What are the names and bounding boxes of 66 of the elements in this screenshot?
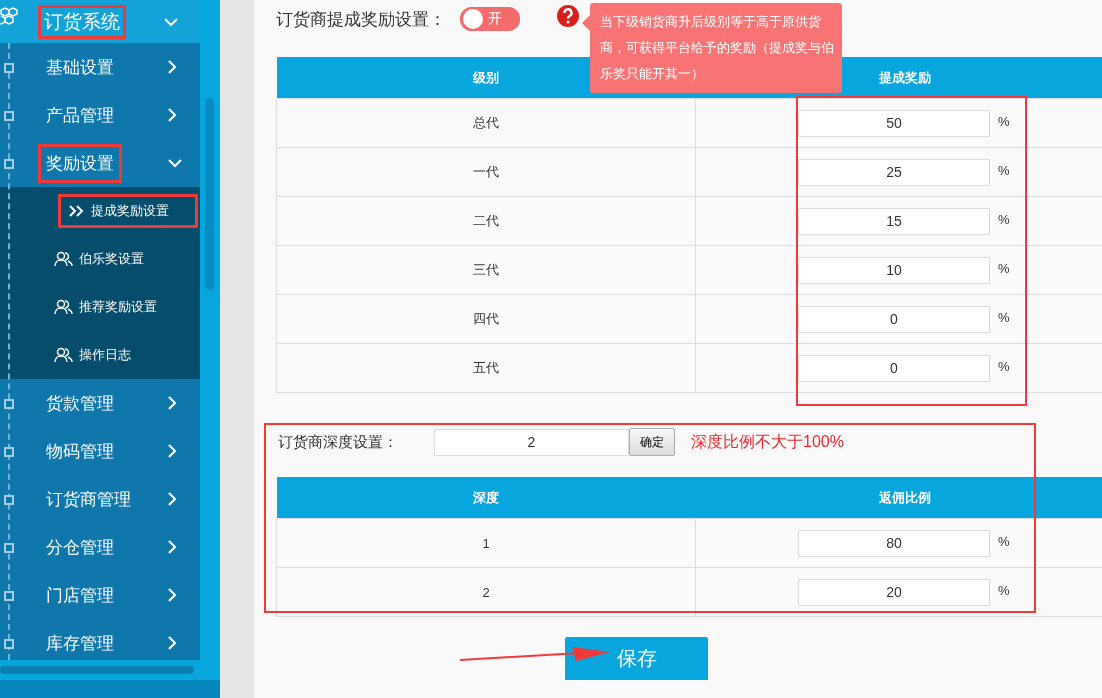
setting-label: 订货商提成奖励设置： (276, 8, 446, 31)
table-cell: 一代 (276, 147, 696, 197)
users-icon (54, 299, 74, 315)
tree-node-icon (4, 591, 14, 601)
menu-item[interactable]: 分仓管理 (40, 529, 120, 565)
submenu-item[interactable]: 提成奖励设置 (60, 196, 196, 226)
tree-node-icon (4, 159, 14, 169)
menu-item[interactable]: 货款管理 (40, 385, 120, 421)
submenu-label: 提成奖励设置 (91, 202, 169, 220)
table-cell: 2 (276, 567, 696, 617)
submenu-item[interactable]: 伯乐奖设置 (54, 250, 144, 268)
submenu-label: 操作日志 (79, 346, 131, 364)
table-cell: 五代 (276, 343, 696, 393)
tree-node-icon (4, 447, 14, 457)
input-field[interactable]: 10 (798, 256, 990, 284)
tree-node-icon (4, 399, 14, 409)
double-chevron-icon (68, 205, 86, 217)
unit-label: % (998, 163, 1010, 179)
input-field[interactable]: 80 (798, 529, 990, 557)
tree-node-icon (4, 111, 14, 121)
table-cell: 二代 (276, 196, 696, 246)
input-field[interactable]: 50 (798, 109, 990, 137)
tree-node-icon (4, 495, 14, 505)
menu-item[interactable]: 奖励设置 (40, 145, 120, 181)
cubes-icon (0, 6, 20, 28)
unit-label: % (998, 534, 1010, 550)
users-icon (54, 347, 74, 363)
menu-item[interactable]: 产品管理 (40, 97, 120, 133)
input-field[interactable]: 15 (798, 207, 990, 235)
unit-label: % (998, 212, 1010, 228)
menu-item[interactable]: 库存管理 (40, 625, 120, 660)
menu-item[interactable]: 物码管理 (40, 433, 120, 469)
input-field[interactable]: 25 (798, 158, 990, 186)
users-icon (54, 251, 74, 267)
scrollbar-thumb[interactable] (205, 98, 214, 290)
warning-text: 深度比例不大于100% (691, 431, 844, 452)
tree-node-icon (4, 543, 14, 553)
input-field[interactable]: 2 (434, 428, 629, 456)
table-cell: 四代 (276, 294, 696, 344)
table-cell: 1 (276, 518, 696, 568)
help-icon[interactable] (556, 4, 580, 28)
menu-item[interactable]: 基础设置 (40, 49, 120, 85)
table-cell: 总代 (276, 98, 696, 148)
unit-label: % (998, 583, 1010, 599)
submenu-label: 推荐奖励设置 (79, 298, 157, 316)
input-field[interactable]: 20 (798, 578, 990, 606)
tree-node-icon (4, 63, 14, 73)
submenu-label: 伯乐奖设置 (79, 250, 144, 268)
column-header: 返佣比例 (695, 477, 1102, 519)
unit-label: % (998, 261, 1010, 277)
unit-label: % (998, 359, 1010, 375)
menu-group-title: 订货系统 (40, 6, 124, 37)
menu-item[interactable]: 门店管理 (40, 577, 120, 613)
unit-label: % (998, 114, 1010, 130)
submenu-item[interactable]: 推荐奖励设置 (54, 298, 157, 316)
setting-label: 订货商深度设置： (277, 432, 399, 452)
confirm-button[interactable]: 确定 (629, 428, 675, 456)
column-header: 深度 (276, 477, 696, 519)
table-cell: 三代 (276, 245, 696, 295)
tree-node-icon (4, 639, 14, 649)
submenu-item[interactable]: 操作日志 (54, 346, 131, 364)
menu-item[interactable]: 订货商管理 (40, 481, 137, 517)
input-field[interactable]: 0 (798, 305, 990, 333)
unit-label: % (998, 310, 1010, 326)
input-field[interactable]: 0 (798, 354, 990, 382)
scrollbar-thumb[interactable] (0, 666, 194, 674)
